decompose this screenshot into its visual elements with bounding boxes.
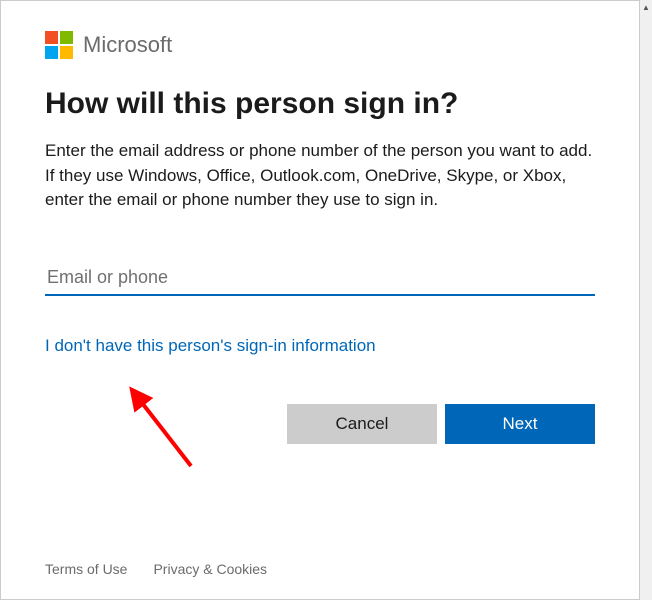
brand-text: Microsoft	[83, 32, 172, 58]
next-button[interactable]: Next	[445, 404, 595, 444]
no-signin-info-link[interactable]: I don't have this person's sign-in infor…	[45, 336, 376, 356]
instruction-text: Enter the email address or phone number …	[45, 139, 595, 213]
scroll-up-icon[interactable]: ▲	[640, 0, 652, 14]
vertical-scrollbar[interactable]: ▲	[640, 0, 652, 600]
cancel-button[interactable]: Cancel	[287, 404, 437, 444]
terms-link[interactable]: Terms of Use	[45, 561, 127, 577]
brand-header: Microsoft	[45, 31, 595, 59]
footer-links: Terms of Use Privacy & Cookies	[45, 561, 267, 577]
dialog-window: Microsoft How will this person sign in? …	[0, 0, 640, 600]
button-row: Cancel Next	[45, 404, 595, 444]
email-phone-input[interactable]	[45, 261, 595, 296]
microsoft-logo-icon	[45, 31, 73, 59]
privacy-link[interactable]: Privacy & Cookies	[153, 561, 267, 577]
page-title: How will this person sign in?	[45, 87, 595, 121]
